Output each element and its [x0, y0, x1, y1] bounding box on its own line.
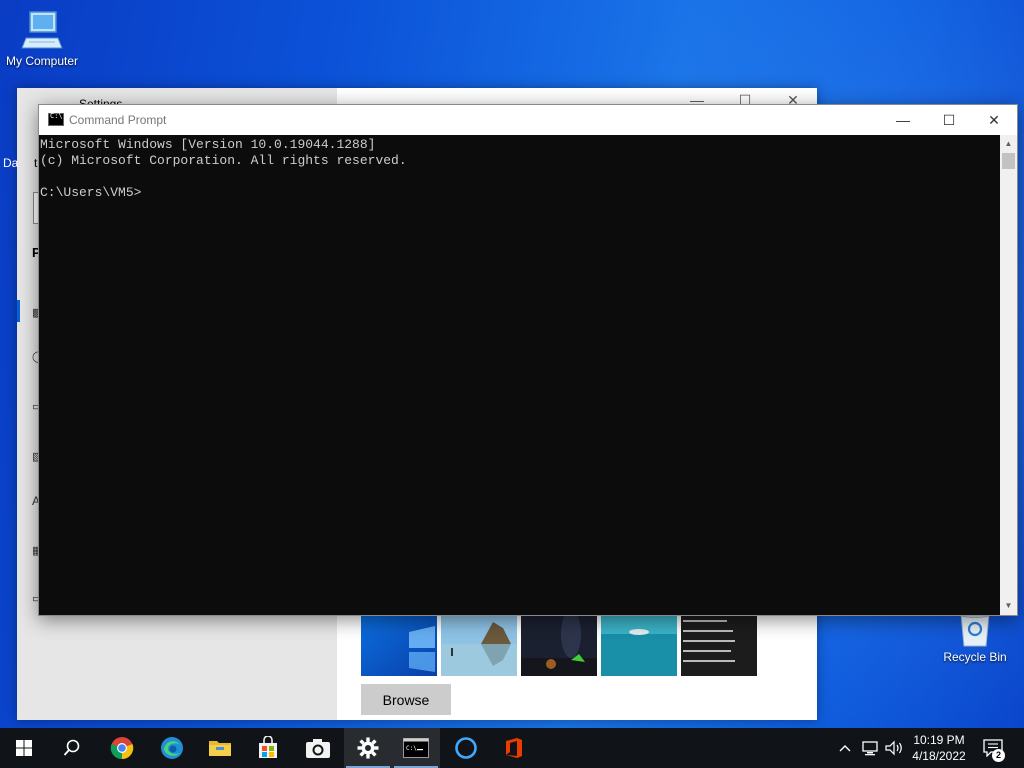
taskbar-command-prompt[interactable]: C:\: [392, 728, 440, 768]
desktop-icon-my-computer[interactable]: My Computer: [0, 8, 84, 68]
cmd-minimize-button[interactable]: —: [880, 105, 926, 135]
folder-icon: [209, 741, 231, 756]
notification-count-badge: 2: [992, 749, 1005, 762]
office-icon: [506, 738, 522, 758]
search-button[interactable]: [48, 728, 96, 768]
svg-text:C:\: C:\: [406, 745, 417, 752]
taskbar: C:\ 10:19 PM 4/18/2022 2: [0, 728, 1024, 768]
taskbar-store[interactable]: [244, 728, 292, 768]
taskbar-edge[interactable]: [148, 728, 196, 768]
computer-icon: [21, 11, 63, 49]
cmd-maximize-button[interactable]: ☐: [926, 105, 972, 135]
camera-icon: [306, 739, 330, 758]
scroll-up-arrow-icon[interactable]: ▲: [1000, 137, 1017, 151]
edge-icon: [161, 737, 183, 759]
cmd-titlebar[interactable]: Command Prompt — ☐ ✕: [39, 105, 1017, 135]
tray-chevron-icon[interactable]: [838, 728, 852, 768]
console-scrollbar[interactable]: ▲ ▼: [1000, 135, 1017, 615]
taskbar-file-explorer[interactable]: [196, 728, 244, 768]
store-icon: [259, 736, 277, 758]
terminal-icon: [48, 112, 64, 126]
browse-button[interactable]: Browse: [361, 684, 451, 715]
scroll-thumb[interactable]: [1002, 153, 1015, 169]
taskbar-office[interactable]: [490, 728, 538, 768]
thumbnail-night-tent[interactable]: [521, 614, 597, 676]
notification-center-icon[interactable]: [983, 728, 1003, 768]
console-line: Microsoft Windows [Version 10.0.19044.12…: [40, 137, 376, 152]
selected-nav-indicator: [17, 300, 20, 322]
clock-date: 4/18/2022: [912, 749, 966, 763]
taskbar-settings[interactable]: [344, 728, 392, 768]
taskbar-chrome[interactable]: [98, 728, 146, 768]
background-thumbnails: [361, 614, 761, 676]
gear-icon: [357, 737, 379, 759]
chrome-icon: [110, 737, 134, 760]
command-prompt-window[interactable]: Command Prompt — ☐ ✕ Microsoft Windows […: [38, 104, 1018, 616]
thumbnail-specs[interactable]: [681, 614, 757, 676]
console-prompt[interactable]: C:\Users\VM5>: [40, 185, 141, 201]
thumbnail-windows[interactable]: [361, 614, 437, 676]
terminal-icon: C:\: [403, 738, 429, 758]
taskbar-camera[interactable]: [294, 728, 342, 768]
windows-logo-icon: [16, 740, 32, 756]
search-icon: [63, 739, 80, 756]
scroll-down-arrow-icon[interactable]: ▼: [1000, 599, 1017, 613]
desktop: My Computer ← Settings — ☐ ✕ Da t P ▩ ◯ …: [0, 0, 1024, 728]
cmd-close-button[interactable]: ✕: [971, 105, 1017, 135]
clock-time: 10:19 PM: [913, 733, 965, 747]
volume-icon[interactable]: [884, 728, 904, 768]
thumbnail-beach[interactable]: [441, 614, 517, 676]
console-output[interactable]: Microsoft Windows [Version 10.0.19044.12…: [39, 135, 1000, 615]
desktop-icon-recycle-bin[interactable]: Recycle Bin: [933, 612, 1017, 664]
partial-label: t: [34, 156, 38, 170]
desktop-icon-label: Recycle Bin: [943, 650, 1007, 664]
network-icon[interactable]: [862, 728, 880, 768]
desktop-icon-label: My Computer: [5, 54, 79, 68]
partial-desktop-label: Da: [3, 156, 19, 170]
taskbar-cortana[interactable]: [442, 728, 490, 768]
start-button[interactable]: [0, 728, 48, 768]
thumbnail-underwater[interactable]: [601, 614, 677, 676]
system-clock[interactable]: 10:19 PM 4/18/2022: [906, 732, 972, 764]
recycle-bin-icon: [960, 612, 990, 647]
console-line: (c) Microsoft Corporation. All rights re…: [40, 153, 407, 168]
cmd-title: Command Prompt: [69, 113, 167, 127]
cortana-icon: [455, 737, 477, 759]
